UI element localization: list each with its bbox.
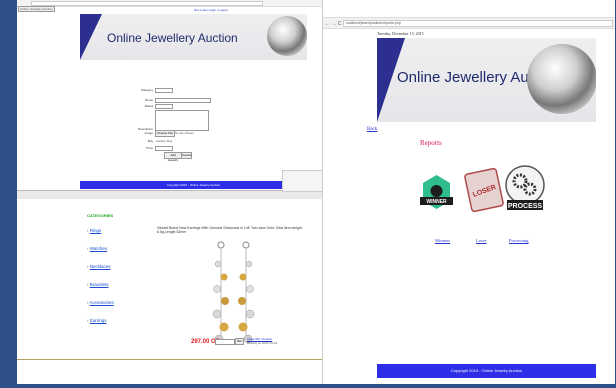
price-input[interactable] <box>155 146 173 151</box>
reports-url-text: localhost/jewelry/admin/reports.php <box>346 21 401 25</box>
left-address-bar <box>17 0 322 7</box>
reports-url-field[interactable]: localhost/jewelry/admin/reports.php <box>343 20 613 27</box>
category-label: Category <box>140 88 153 92</box>
left-url-field[interactable] <box>31 1 263 6</box>
category-item-necklaces[interactable]: › Necklaces <box>87 255 147 273</box>
earrings-image <box>212 241 255 344</box>
reports-footer: Copyright 2015 - Online Jewelry Auction <box>377 364 596 378</box>
back-link[interactable]: Back <box>367 127 377 132</box>
category-item-earrings[interactable]: › Earrings <box>87 309 147 327</box>
add-jewelry-button[interactable]: Add Jewelry <box>164 152 182 162</box>
left-banner-stripe <box>80 14 102 60</box>
winners-link[interactable]: Winners <box>435 238 450 243</box>
brand-label: Brand <box>144 104 153 108</box>
image-label: Image <box>144 131 153 135</box>
back-forward-icons[interactable]: ← → C <box>325 21 341 27</box>
earring-left <box>212 241 229 344</box>
reports-banner: Online Jewellery Auction <box>377 38 596 122</box>
name-input[interactable] <box>155 98 211 103</box>
processing-link[interactable]: Processing <box>509 238 529 243</box>
product-browser-window: CATEGORIES › Rings › Watches › Necklaces… <box>17 199 322 384</box>
reports-address-bar: ← → C localhost/jewelry/admin/reports.ph… <box>323 17 615 29</box>
process-gears-icon[interactable]: PROCESS <box>503 163 547 217</box>
reports-heading: Reports <box>420 139 442 147</box>
category-item-rings[interactable]: › Rings <box>87 219 147 237</box>
login-logout-link[interactable]: Not a user Login | Logout <box>194 8 228 12</box>
overlap-popup <box>282 170 324 192</box>
left-browser-window: Online Jewellery Auction Not a user Logi… <box>17 0 322 190</box>
welcome-text: Tuesday, December 15, 2015 <box>377 31 424 36</box>
winner-badge-text: WINNER <box>426 199 447 205</box>
left-banner: Online Jewellery Auction <box>80 14 307 60</box>
buy-option-buy[interactable]: Buy <box>167 139 172 143</box>
category-item-label[interactable]: Accessories <box>90 300 114 305</box>
name-label: Name <box>144 98 153 102</box>
closing-date: Closing on 2015-10-10 <box>247 341 278 345</box>
price-label: Price <box>146 146 153 150</box>
choose-file-button[interactable]: Choose File <box>155 130 175 137</box>
winner-badge-icon[interactable]: WINNER <box>419 173 454 215</box>
categories-title: CATEGORIES <box>87 213 114 218</box>
category-item-label[interactable]: Rings <box>90 228 102 233</box>
category-item-bracelets[interactable]: › Bracelets <box>87 273 147 291</box>
reports-ring-image <box>527 44 596 114</box>
product-bottom-divider <box>17 359 322 360</box>
process-text: PROCESS <box>508 203 543 210</box>
category-select[interactable]: Rings <box>155 88 173 103</box>
product-title: Vibrant Brand New Earrings With Genuine … <box>157 226 302 234</box>
no-file-text: No file chosen <box>175 131 195 135</box>
left-footer: Copyright 2015 - Online Jewelry Auction <box>80 181 307 189</box>
buy-option-auction[interactable]: Auction <box>156 139 166 143</box>
category-item-label[interactable]: Bracelets <box>90 282 109 287</box>
bid-amount-input[interactable] <box>215 339 235 345</box>
left-banner-title: Online Jewellery Auction <box>107 31 238 45</box>
category-item-accessories[interactable]: › Accessories <box>87 291 147 309</box>
category-item-label[interactable]: Watches <box>90 246 107 251</box>
left-tab-label[interactable]: Online Jewellery Auction <box>18 6 55 12</box>
left-footer-text: Copyright 2015 - Online Jewelry Auction <box>166 183 221 187</box>
category-item-watches[interactable]: › Watches <box>87 237 147 255</box>
brand-input[interactable] <box>155 104 173 109</box>
category-list: › Rings › Watches › Necklaces › Bracelet… <box>87 219 147 327</box>
earring-right <box>238 241 255 344</box>
loses-link[interactable]: Loses <box>476 238 487 243</box>
reports-browser-window: ← → C localhost/jewelry/admin/reports.ph… <box>322 0 615 384</box>
ring-image <box>267 16 307 56</box>
reports-footer-text: Copyright 2015 - Online Jewelry Auction <box>450 368 523 373</box>
category-item-label[interactable]: Earrings <box>90 318 107 323</box>
loser-stamp-icon[interactable]: LOSER <box>464 165 504 215</box>
category-item-label[interactable]: Necklaces <box>90 264 111 269</box>
cancel-button[interactable]: Cancel <box>181 152 192 159</box>
buy-label: Buy <box>147 139 153 143</box>
bid-button[interactable]: Bid <box>235 338 244 345</box>
description-textarea[interactable] <box>155 110 209 131</box>
